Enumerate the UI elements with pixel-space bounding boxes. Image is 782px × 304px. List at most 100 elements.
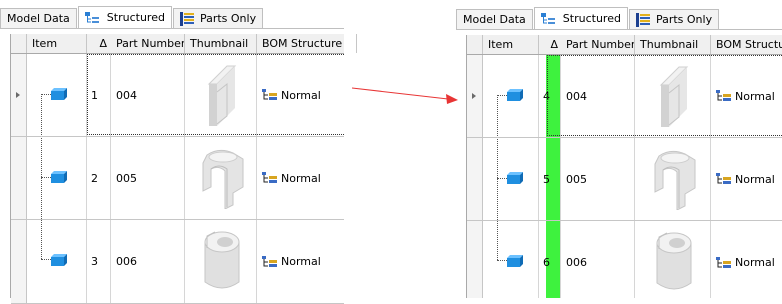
part-number: 004 [116, 88, 137, 102]
current-row-arrow-icon [16, 92, 20, 98]
sort-indicator-icon[interactable]: Δ [539, 35, 561, 54]
part-number: 006 [116, 255, 137, 268]
header-part-number[interactable]: Part Number [111, 34, 185, 53]
tab-bar: Model Data Structured Parts Only [0, 6, 264, 28]
tab-bar: Model Data Structured Parts Only [456, 7, 720, 29]
tab-structured[interactable]: Structured [533, 7, 628, 29]
tab-model-data[interactable]: Model Data [456, 9, 533, 29]
table-row[interactable]: 4 004 Normal [483, 55, 782, 138]
part-icon [507, 255, 523, 270]
header-item[interactable]: Item [27, 34, 87, 53]
thumbnail-cell [185, 220, 257, 303]
tab-parts-only[interactable]: Parts Only [628, 9, 720, 29]
header-corner [467, 35, 483, 54]
thumbnail-cell [185, 137, 257, 219]
item-number: 2 [91, 171, 98, 185]
part-icon [51, 88, 67, 103]
bom-structure-cell: Normal [711, 138, 782, 220]
current-row-arrow-icon [472, 93, 476, 99]
header-item[interactable]: Item [483, 35, 539, 54]
item-cell [27, 220, 87, 303]
item-cell [483, 55, 539, 137]
clip-part-thumbnail [651, 148, 697, 213]
row-selector[interactable] [467, 138, 483, 221]
tab-label: Parts Only [199, 12, 257, 25]
thumbnail-cell [185, 54, 257, 136]
item-number: 3 [91, 255, 98, 268]
bom-structure-value: Normal [281, 255, 321, 268]
bom-normal-icon [716, 90, 732, 102]
bom-structure-cell: Normal [257, 137, 357, 219]
table-row[interactable]: 1 004 Normal [27, 54, 344, 137]
header-part-number[interactable]: Part Number [561, 35, 635, 54]
part-icon [507, 89, 523, 104]
thumbnail-cell [635, 221, 711, 298]
thumbnail-cell [635, 55, 711, 137]
tab-structured[interactable]: Structured [77, 6, 172, 28]
sort-indicator-icon[interactable]: Δ [87, 34, 111, 53]
tab-label: Structured [106, 11, 165, 24]
bom-structure-value: Normal [735, 256, 775, 269]
row-selector[interactable] [467, 221, 483, 298]
bom-normal-icon [262, 255, 278, 268]
part-number-cell: 005 [561, 138, 635, 220]
tab-parts-only[interactable]: Parts Only [172, 8, 264, 28]
bom-panel-after: Model Data Structured Parts Only Item Δ … [456, 0, 782, 298]
part-icon [51, 254, 67, 269]
header-thumbnail[interactable]: Thumbnail [185, 34, 257, 53]
tube-clip-part-thumbnail [201, 228, 243, 297]
tube-clip-part-thumbnail [653, 229, 695, 298]
part-number-cell: 004 [111, 54, 185, 136]
table-row[interactable]: 3 006 Normal [27, 220, 344, 304]
item-number-cell: 2 [87, 137, 111, 219]
bom-normal-icon [262, 172, 278, 184]
parts-list-icon [179, 11, 194, 26]
bom-normal-icon [716, 173, 732, 185]
bom-structure-cell: Normal [711, 55, 782, 137]
item-number: 6 [543, 256, 550, 269]
row-selector[interactable] [11, 54, 27, 137]
part-number: 006 [566, 256, 587, 269]
item-number: 1 [91, 88, 98, 102]
bom-structure-cell: Normal [257, 54, 357, 136]
tab-model-data[interactable]: Model Data [0, 8, 77, 28]
table-row[interactable]: 5 005 Normal [483, 138, 782, 221]
grid-header: Item Δ Part Number Thumbnail BOM Structu… [11, 34, 357, 54]
part-number-cell: 005 [111, 137, 185, 219]
item-number-cell: 3 [87, 220, 111, 303]
thumbnail-cell [635, 138, 711, 220]
bom-structure-value: Normal [735, 172, 775, 186]
part-number-cell: 006 [111, 220, 185, 303]
part-icon [51, 171, 67, 186]
table-row[interactable]: 6 006 Normal [483, 221, 782, 298]
row-selector[interactable] [467, 55, 483, 138]
header-bom-structure[interactable]: BOM Structure [711, 35, 782, 54]
table-row[interactable]: 2 005 Normal [27, 137, 344, 220]
item-number: 4 [543, 89, 550, 103]
tab-label: Structured [562, 12, 621, 25]
bom-structure-value: Normal [735, 89, 775, 103]
row-selector[interactable] [11, 137, 27, 220]
bom-grid: Item Δ Part Number Thumbnail BOM Structu… [466, 35, 782, 298]
bom-grid: Item Δ Part Number Thumbnail BOM Structu… [10, 34, 357, 304]
row-selector[interactable] [11, 220, 27, 304]
part-number: 004 [566, 89, 587, 103]
header-bom-structure[interactable]: BOM Structure [257, 34, 357, 53]
clip-part-thumbnail [199, 147, 245, 212]
bracket-part-thumbnail [657, 63, 693, 132]
bom-normal-icon [262, 89, 278, 101]
structured-icon [84, 11, 101, 24]
transition-arrow-icon [352, 87, 458, 104]
item-cell [27, 54, 87, 136]
part-number: 005 [116, 171, 137, 185]
parts-list-icon [635, 12, 650, 27]
bom-panel-before: Model Data Structured Parts Only Item Δ … [0, 0, 357, 304]
item-number-cell: 1 [87, 54, 111, 136]
grid-header: Item Δ Part Number Thumbnail BOM Structu… [467, 35, 782, 55]
bracket-part-thumbnail [205, 62, 241, 131]
item-number: 5 [543, 172, 550, 186]
tab-divider [456, 29, 782, 30]
header-thumbnail[interactable]: Thumbnail [635, 35, 711, 54]
bom-structure-cell: Normal [711, 221, 782, 298]
header-corner [11, 34, 27, 53]
